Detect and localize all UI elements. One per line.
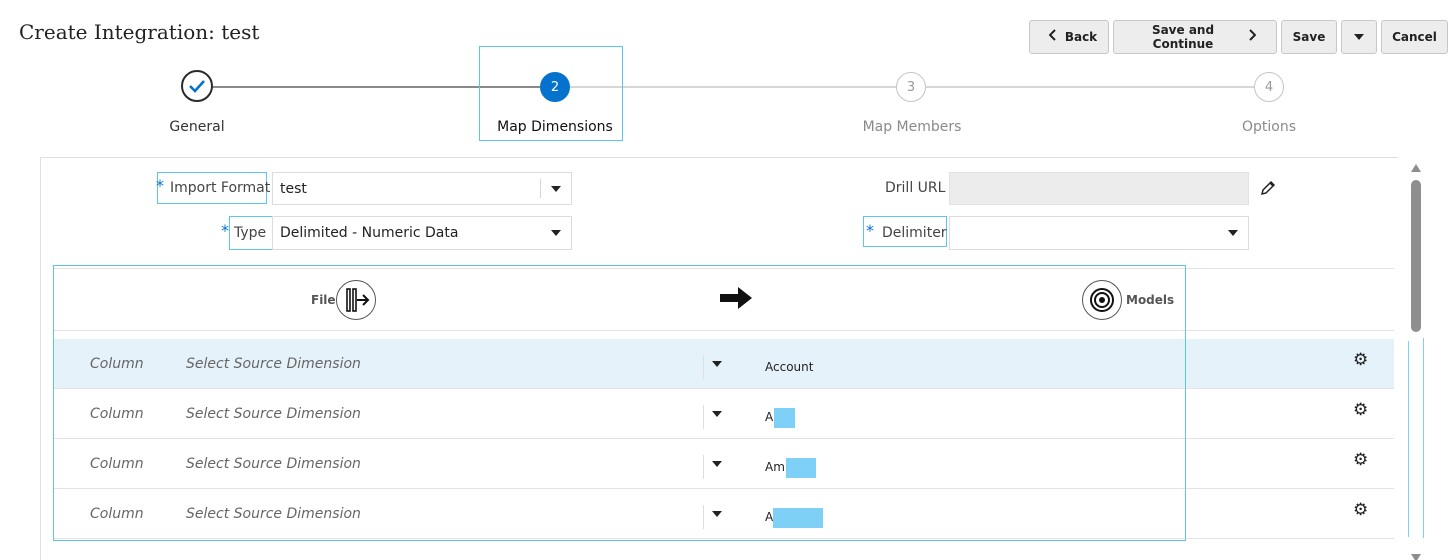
caret-down-icon bbox=[1354, 34, 1364, 40]
train-connector bbox=[926, 86, 1256, 88]
required-indicator: * bbox=[156, 176, 164, 195]
type-value: Delimited - Numeric Data bbox=[280, 225, 459, 241]
required-indicator: * bbox=[221, 221, 229, 240]
pencil-edit-icon[interactable] bbox=[1259, 179, 1277, 201]
import-format-value: test bbox=[280, 180, 307, 197]
back-label: Back bbox=[1064, 30, 1098, 44]
caret-down-icon bbox=[551, 230, 561, 236]
train-step-map-dimensions[interactable]: 2 bbox=[540, 72, 570, 102]
save-and-continue-button[interactable]: Save and Continue bbox=[1113, 20, 1277, 54]
caret-down-icon bbox=[551, 185, 561, 192]
train-step-options[interactable]: 4 bbox=[1254, 72, 1284, 102]
gear-icon[interactable]: ⚙ bbox=[1353, 350, 1368, 370]
save-button[interactable]: Save bbox=[1281, 20, 1337, 54]
delimiter-dropdown-button[interactable] bbox=[1218, 217, 1248, 249]
cancel-button[interactable]: Cancel bbox=[1381, 20, 1448, 54]
gear-icon[interactable]: ⚙ bbox=[1353, 400, 1368, 420]
train-step-options-label: Options bbox=[1241, 119, 1297, 135]
mapping-table-focus-outline bbox=[53, 265, 1186, 541]
delimiter-label-text: Delimiter bbox=[882, 225, 947, 241]
cancel-label: Cancel bbox=[1392, 30, 1437, 44]
drill-url-field[interactable] bbox=[949, 172, 1249, 205]
import-format-combobox[interactable]: test bbox=[272, 172, 572, 205]
delimiter-label: * Delimiter bbox=[866, 221, 947, 241]
checkmark-icon bbox=[189, 80, 205, 93]
train-step-map-members-label: Map Members bbox=[862, 119, 962, 135]
delimiter-select[interactable] bbox=[949, 216, 1249, 250]
back-button[interactable]: Back bbox=[1029, 20, 1109, 54]
save-options-menu-button[interactable] bbox=[1341, 20, 1377, 54]
import-format-dropdown-button[interactable] bbox=[541, 173, 571, 204]
train-step-map-dimensions-label: Map Dimensions bbox=[497, 119, 613, 135]
gear-icon[interactable]: ⚙ bbox=[1353, 450, 1368, 470]
type-dropdown-button[interactable] bbox=[541, 217, 571, 249]
save-and-continue-label: Save and Continue bbox=[1151, 23, 1215, 51]
type-label: * Type bbox=[221, 221, 267, 241]
gear-icon[interactable]: ⚙ bbox=[1353, 500, 1368, 520]
page-title: Create Integration: test bbox=[19, 20, 260, 44]
type-select[interactable]: Delimited - Numeric Data bbox=[272, 216, 572, 250]
required-indicator: * bbox=[866, 221, 874, 240]
vertical-scrollbar[interactable] bbox=[1408, 160, 1424, 560]
drill-url-label: Drill URL bbox=[885, 180, 946, 196]
chevron-right-icon bbox=[1248, 29, 1257, 45]
toolbar: Back Save and Continue Save Cancel bbox=[1029, 20, 1448, 54]
caret-down-icon bbox=[1228, 230, 1238, 236]
scroll-up-icon[interactable] bbox=[1411, 164, 1421, 172]
import-format-label: * Import Format bbox=[156, 176, 271, 196]
save-label: Save bbox=[1292, 30, 1326, 44]
type-label-text: Type bbox=[234, 225, 267, 241]
train-step-general-label: General bbox=[169, 119, 225, 135]
scroll-down-icon[interactable] bbox=[1411, 554, 1421, 560]
import-format-label-text: Import Format bbox=[170, 180, 271, 196]
train-step-map-members[interactable]: 3 bbox=[896, 72, 926, 102]
train-step-general[interactable] bbox=[181, 70, 213, 102]
chevron-left-icon bbox=[1048, 29, 1057, 45]
scrollbar-thumb[interactable] bbox=[1411, 180, 1421, 332]
